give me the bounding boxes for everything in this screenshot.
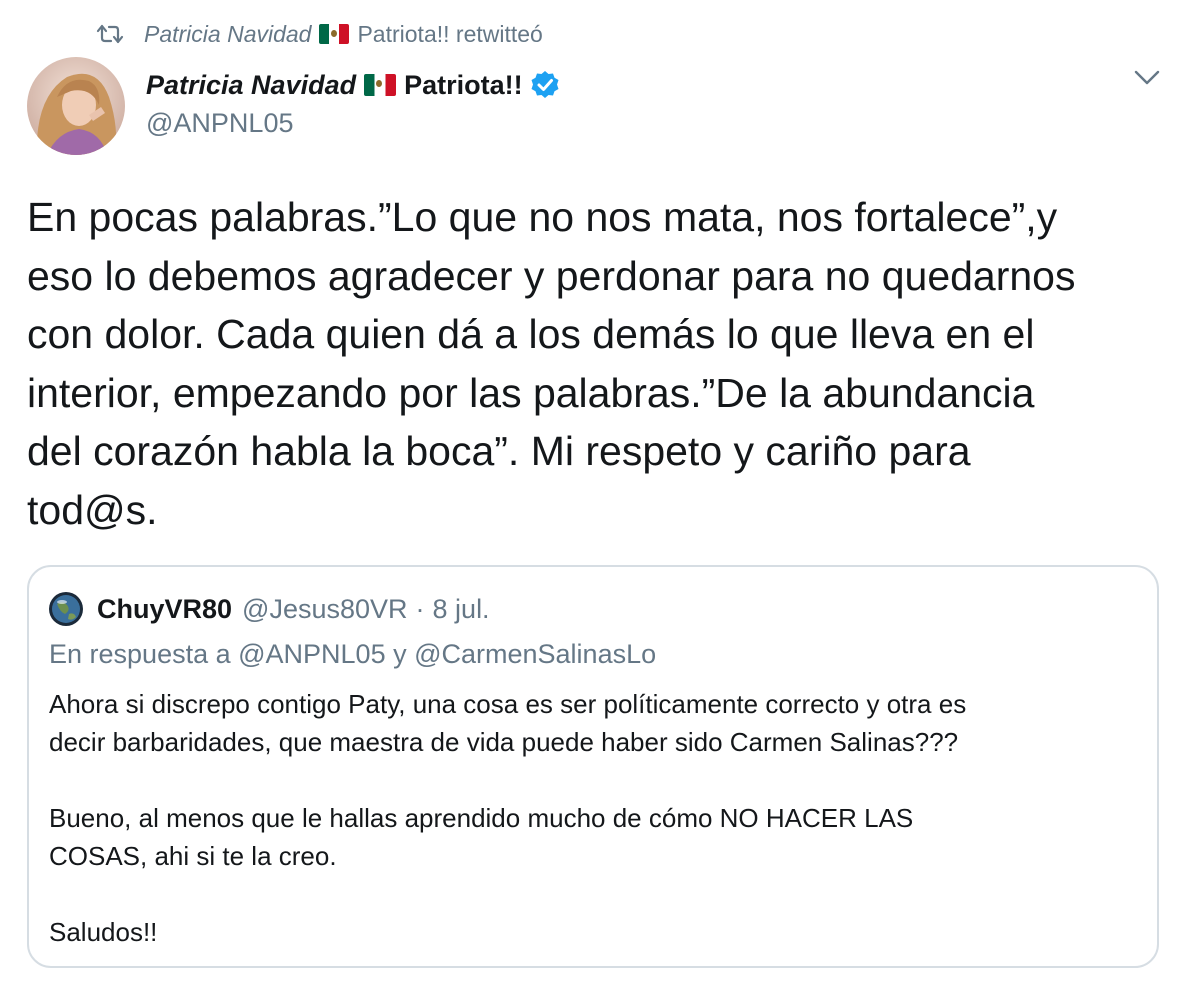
author-name-suffix[interactable]: Patriota!!: [404, 70, 523, 101]
quoted-tweet[interactable]: ChuyVR80 @Jesus80VR · 8 jul. En respuest…: [27, 565, 1159, 968]
quoted-author-name[interactable]: ChuyVR80: [97, 594, 232, 625]
separator-dot: ·: [415, 593, 425, 624]
author-name[interactable]: Patricia Navidad: [146, 70, 356, 101]
quoted-tweet-text: Ahora si discrepo contigo Paty, una cosa…: [49, 689, 967, 947]
verified-badge-icon: [531, 71, 559, 98]
mexico-flag-icon: [364, 74, 397, 96]
reply-context: En respuesta a @ANPNL05 y @CarmenSalinas…: [49, 639, 657, 669]
tweet: Patricia Navidad Patriota!! retwitteó Pa…: [0, 0, 1190, 996]
author-avatar[interactable]: [27, 57, 125, 155]
author-photo: [27, 57, 125, 155]
mexico-flag-icon: [319, 24, 350, 44]
quoted-tweet-header: ChuyVR80 @Jesus80VR · 8 jul.: [49, 589, 490, 629]
quoted-author-avatar[interactable]: [49, 592, 83, 626]
retweeter-name[interactable]: Patricia Navidad: [144, 21, 311, 48]
author-block: Patricia Navidad Patriota!! @ANPNL05: [146, 64, 561, 139]
author-handle[interactable]: @ANPNL05: [146, 108, 561, 139]
retweet-context: Patricia Navidad Patriota!! retwitteó: [96, 18, 543, 50]
retweeted-label: Patriota!! retwitteó: [357, 20, 543, 47]
chevron-down-icon[interactable]: [1134, 70, 1160, 86]
globe-avatar: [49, 592, 83, 626]
quoted-author-handle[interactable]: @Jesus80VR: [242, 594, 407, 625]
retweet-icon: [96, 24, 124, 44]
quoted-tweet-date[interactable]: 8 jul.: [433, 594, 490, 625]
tweet-text: En pocas palabras.”Lo que no nos mata, n…: [27, 194, 1076, 533]
author-name-line[interactable]: Patricia Navidad Patriota!!: [146, 64, 561, 106]
